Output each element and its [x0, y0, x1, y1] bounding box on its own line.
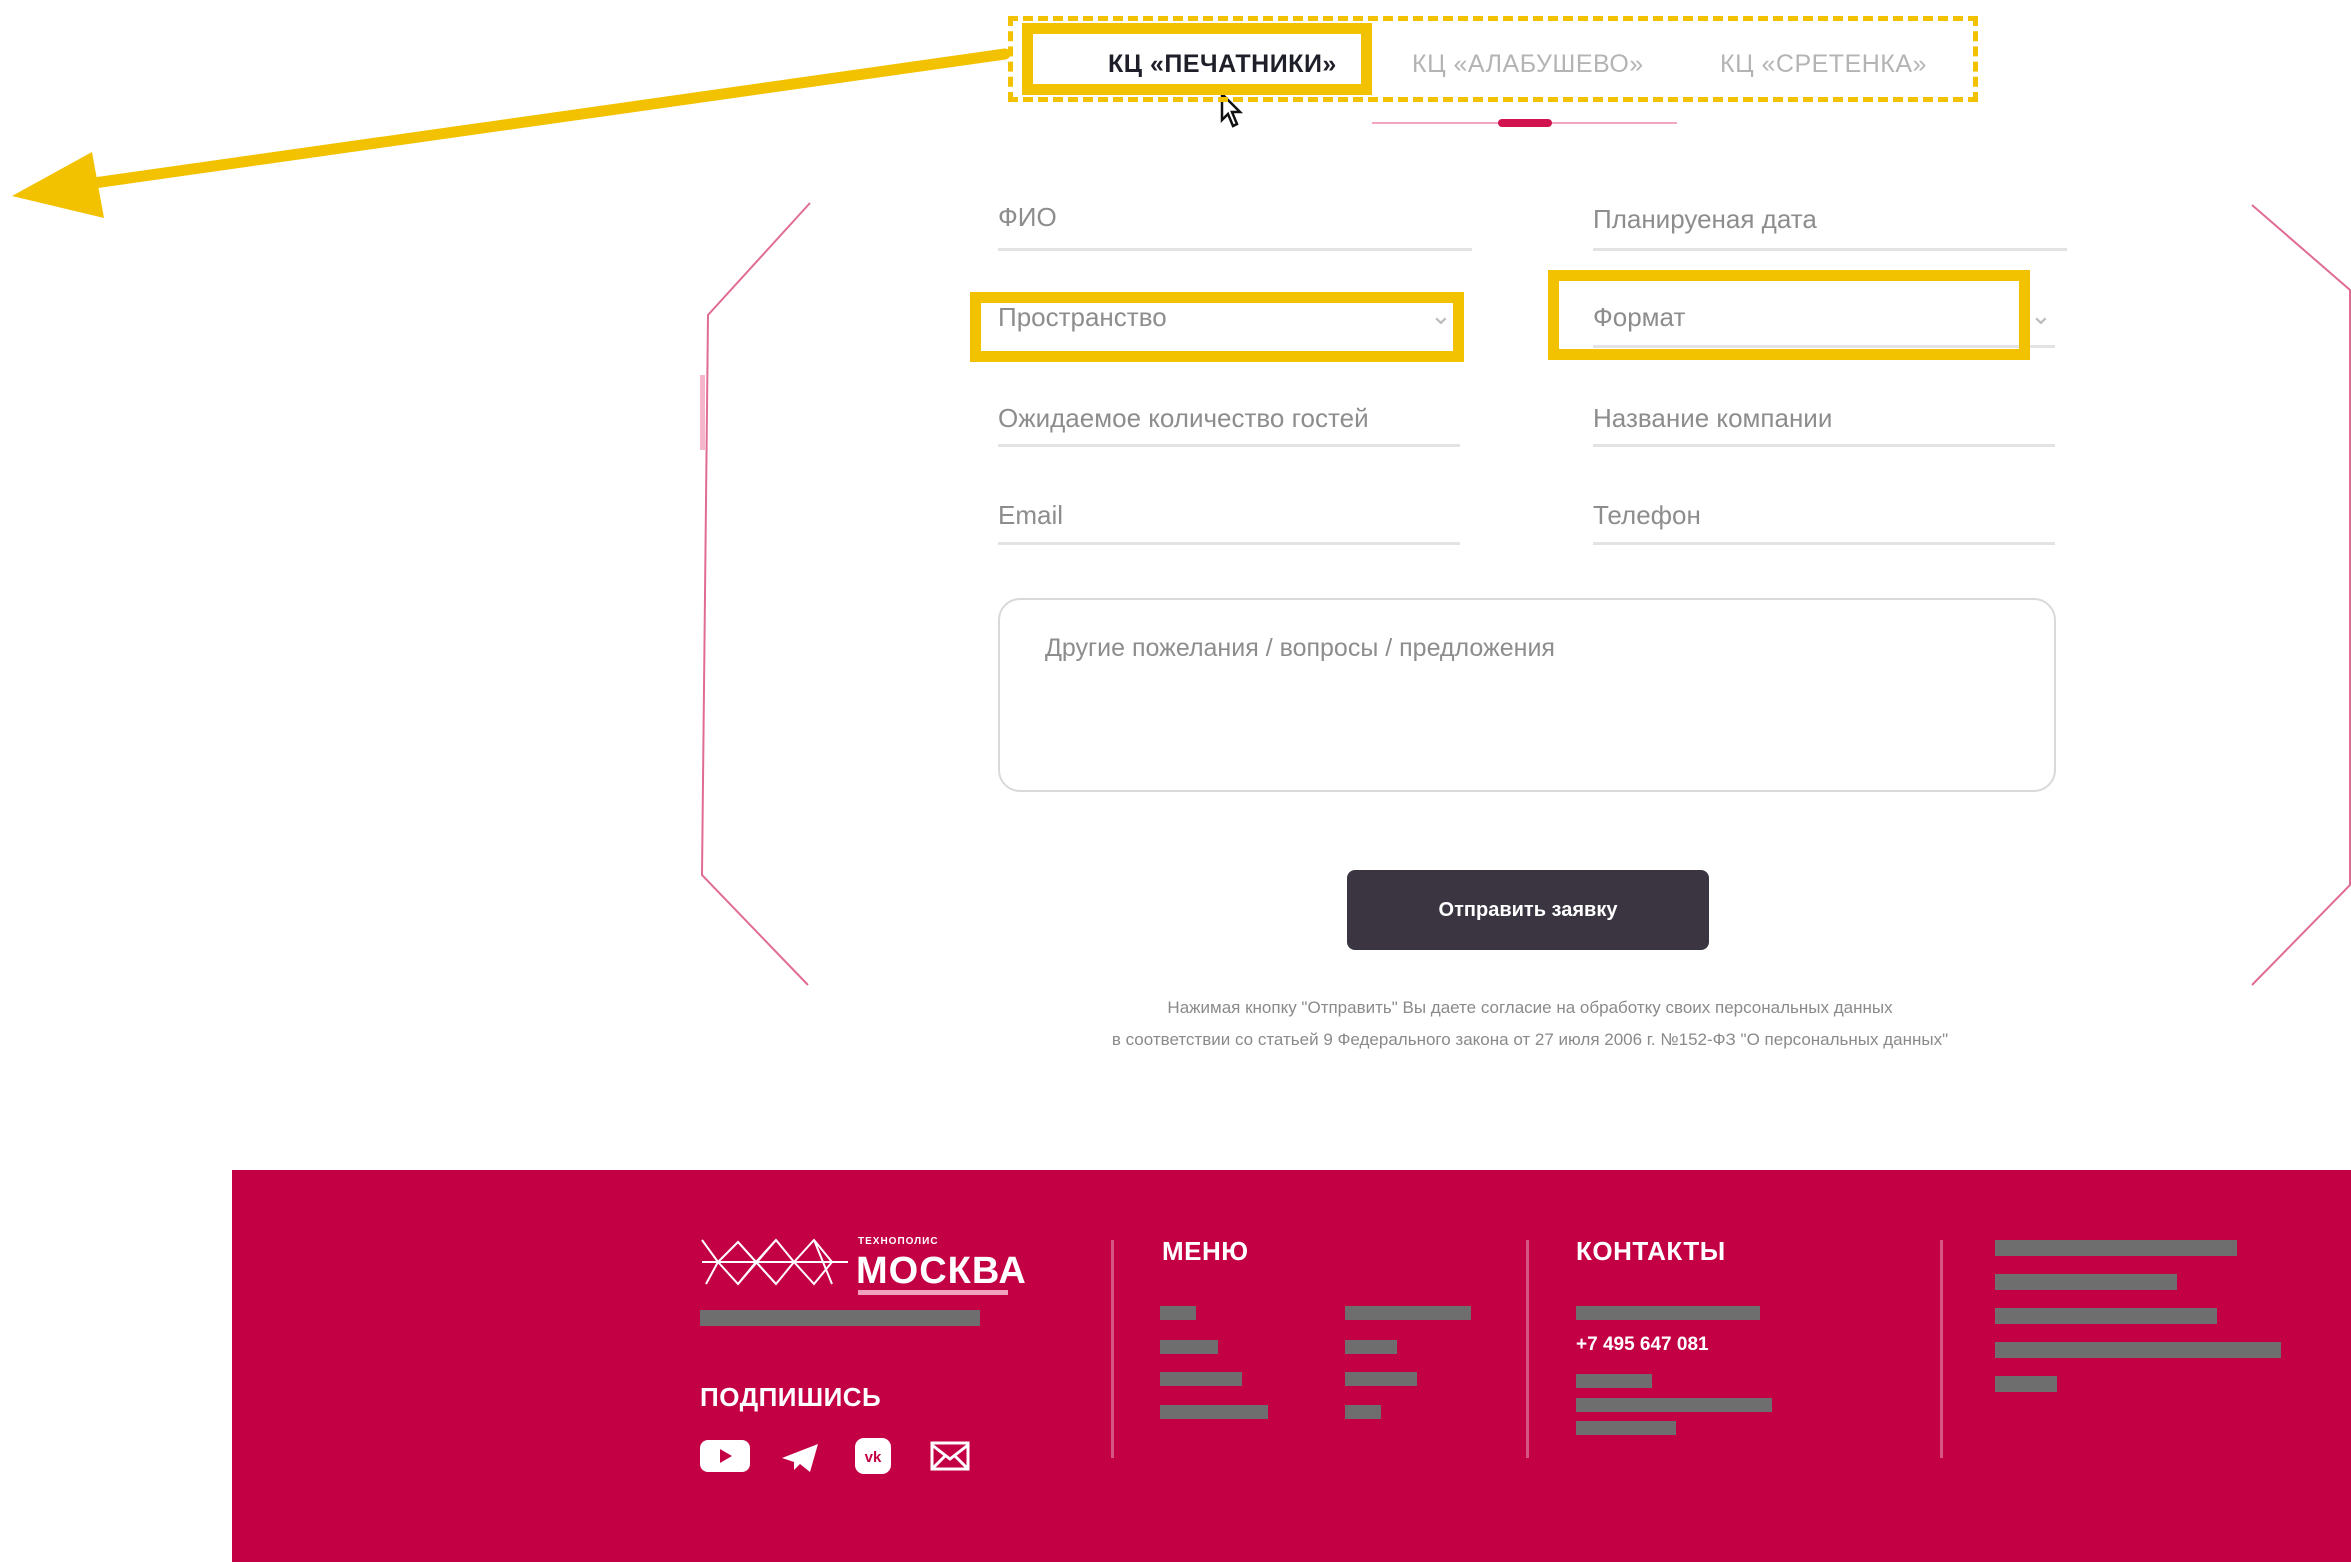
contact-redacted	[1576, 1306, 1760, 1320]
subscribe-title: ПОДПИШИСЬ	[700, 1382, 882, 1412]
guests-field[interactable]: Ожидаемое количество гостей	[998, 403, 1369, 434]
menu-item-redacted[interactable]	[1345, 1306, 1471, 1320]
footer-divider	[1111, 1240, 1114, 1458]
menu-item-redacted[interactable]	[1160, 1372, 1242, 1386]
footer-redacted	[1995, 1274, 2177, 1290]
menu-item-redacted[interactable]	[1345, 1340, 1397, 1354]
redacted-text	[700, 1310, 980, 1326]
contact-redacted	[1576, 1374, 1652, 1388]
contact-redacted	[1576, 1421, 1676, 1435]
chevron-down-icon[interactable]: ⌄	[2030, 300, 2052, 331]
guests-underline	[998, 444, 1460, 447]
fio-underline	[998, 248, 1472, 251]
planned-date-field[interactable]: Планируеная дата	[1593, 204, 1817, 235]
footer-redacted	[1995, 1240, 2237, 1256]
contacts-title: КОНТАКТЫ	[1576, 1236, 1726, 1266]
contact-redacted	[1576, 1398, 1772, 1412]
footer-redacted	[1995, 1376, 2057, 1392]
footer-redacted	[1995, 1308, 2217, 1324]
planned-date-underline	[1593, 248, 2067, 251]
phone-underline	[1593, 542, 2055, 545]
telegram-icon[interactable]	[780, 1442, 820, 1474]
email-underline	[998, 542, 1460, 545]
email-field[interactable]: Email	[998, 500, 1063, 531]
submit-button[interactable]: Отправить заявку	[1347, 870, 1709, 950]
company-underline	[1593, 444, 2055, 447]
footer-divider	[1526, 1240, 1529, 1458]
menu-item-redacted[interactable]	[1160, 1306, 1196, 1320]
vk-icon-label: vk	[865, 1449, 882, 1466]
format-annotation-box	[1548, 270, 2030, 360]
logo-top-text: ТЕХНОПОЛИС	[858, 1236, 939, 1247]
active-tab-annotation-box	[1022, 23, 1372, 95]
comments-textarea[interactable]	[998, 598, 2056, 792]
comments-placeholder: Другие пожелания / вопросы / предложения	[1045, 634, 1555, 662]
menu-item-redacted[interactable]	[1160, 1340, 1218, 1354]
mail-icon[interactable]	[930, 1441, 970, 1471]
consent-text-line1: Нажимая кнопку "Отправить" Вы даете согл…	[1167, 998, 1893, 1017]
footer	[232, 1170, 2351, 1562]
logo-underline	[858, 1290, 1008, 1295]
logo-main-text: МОСКВА	[856, 1250, 1027, 1292]
space-annotation-box	[970, 292, 1464, 362]
menu-item-redacted[interactable]	[1345, 1405, 1381, 1419]
footer-redacted	[1995, 1342, 2281, 1358]
footer-phone[interactable]: +7 495 647 081	[1576, 1334, 1709, 1356]
vk-icon[interactable]: vk	[855, 1438, 891, 1474]
consent-text-line2: в соответствии со статьей 9 Федерального…	[1111, 1030, 1949, 1049]
company-field[interactable]: Название компании	[1593, 403, 1832, 434]
menu-title: МЕНЮ	[1162, 1236, 1249, 1266]
menu-item-redacted[interactable]	[1160, 1405, 1268, 1419]
logo-mark-icon	[701, 1238, 848, 1286]
footer-divider	[1940, 1240, 1943, 1458]
phone-field[interactable]: Телефон	[1593, 500, 1701, 531]
youtube-icon[interactable]	[700, 1438, 750, 1474]
menu-item-redacted[interactable]	[1345, 1372, 1417, 1386]
annotation-arrow-icon	[12, 48, 1011, 218]
tabs-active-indicator	[1498, 119, 1552, 127]
